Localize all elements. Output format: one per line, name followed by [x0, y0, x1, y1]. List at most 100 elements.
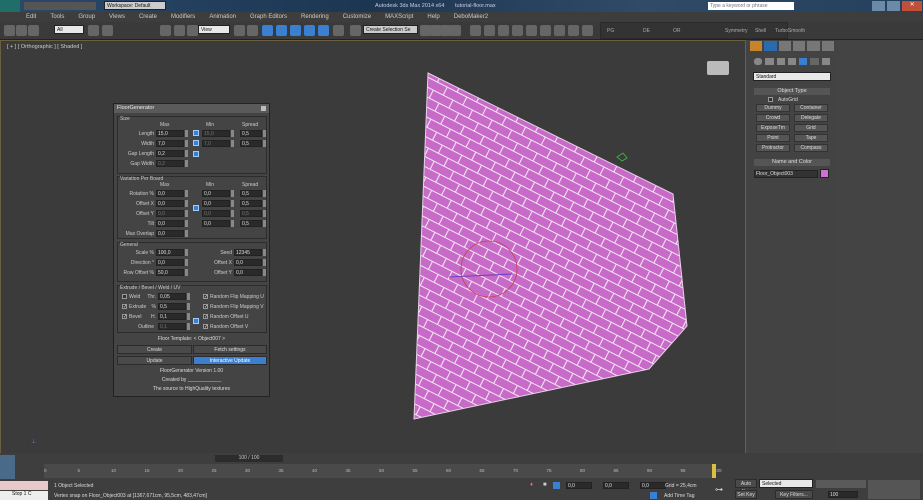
isolate-icon[interactable]: ♦ — [530, 482, 533, 488]
variation-max-input[interactable]: 0,0 — [156, 220, 184, 227]
size-max-input[interactable]: 0,2 — [156, 160, 184, 167]
object-button-grid[interactable]: Grid — [794, 124, 828, 132]
toolbar-tool-icon[interactable] — [88, 25, 99, 36]
offy-input-spinner[interactable] — [263, 269, 266, 276]
minimize-button[interactable] — [872, 1, 886, 11]
variation-max-input-spinner[interactable] — [185, 190, 188, 197]
set-key-button[interactable]: Set Key — [735, 490, 757, 499]
extrude-checkbox[interactable]: ✓ — [122, 304, 127, 310]
menu-modifiers[interactable]: Modifiers — [171, 14, 195, 20]
spacewarps-icon[interactable] — [810, 58, 819, 65]
reference-coord-select[interactable]: View — [198, 25, 230, 34]
scale-input-spinner[interactable] — [185, 249, 188, 256]
variation-spread-input-spinner[interactable] — [263, 220, 266, 227]
size-min-input-spinner[interactable] — [231, 140, 234, 147]
offx-input-spinner[interactable] — [263, 259, 266, 266]
variation-min-input-spinner[interactable] — [231, 190, 234, 197]
rollout-object-type[interactable]: Object Type — [754, 88, 830, 95]
seed-input[interactable]: 12345 — [234, 249, 262, 256]
menu-edit[interactable]: Edit — [26, 14, 36, 20]
object-button-tape[interactable]: Tape — [794, 134, 828, 142]
fetch-settings-button[interactable]: Fetch settings — [193, 345, 267, 354]
variation-max-input[interactable]: 0,0 — [156, 190, 184, 197]
weld-checkbox[interactable] — [122, 294, 127, 299]
toolbar-tool-icon[interactable] — [102, 25, 113, 36]
toolbar-tool-icon[interactable] — [187, 25, 198, 36]
weld-input[interactable]: 0,05 — [158, 293, 186, 300]
modify-tab[interactable] — [764, 41, 777, 51]
dialog-title[interactable]: FloorGenerator — [114, 104, 269, 113]
size-min-input-spinner[interactable] — [231, 130, 234, 137]
toolbar-tool-icon[interactable] — [484, 25, 495, 36]
object-button-point[interactable]: Point — [756, 134, 790, 142]
toolbar-tool-icon[interactable] — [318, 25, 329, 36]
extrude-input[interactable]: 0,5 — [158, 303, 186, 310]
x-coord-input[interactable]: 0,0 — [566, 482, 592, 489]
add-time-tag[interactable]: Add Time Tag — [664, 493, 694, 499]
flip_u-checkbox[interactable]: ✓ — [203, 294, 208, 300]
ribbon-pg[interactable]: PG — [607, 28, 614, 34]
maxscript-listener[interactable]: Stop 1 C — [0, 491, 48, 500]
variation-min-input[interactable]: 0,0 — [202, 200, 230, 207]
maxscript-listener-top[interactable] — [0, 481, 48, 490]
lock-toggle[interactable] — [193, 130, 199, 136]
bevel-input-spinner[interactable] — [187, 313, 190, 320]
variation-max-input[interactable]: 0,0 — [156, 210, 184, 217]
track-bar[interactable]: 0 5 10 15 20 25 30 35 40 45 50 55 60 65 70 75 80 85 90 95 10… — [44, 464, 722, 478]
toolbar-tool-icon[interactable] — [234, 25, 245, 36]
object-button-protractor[interactable]: Protractor — [756, 144, 790, 152]
toolbar-tool-icon[interactable] — [247, 25, 258, 36]
auto-key-button[interactable]: Auto Key — [735, 479, 757, 495]
lock-toggle[interactable] — [193, 140, 199, 146]
offy-input[interactable]: 0,0 — [234, 269, 262, 276]
systems-icon[interactable] — [821, 58, 830, 65]
menu-customize[interactable]: Customize — [343, 14, 371, 20]
object-button-delegate[interactable]: Delegate — [794, 114, 828, 122]
toolbar-tool-icon[interactable] — [262, 25, 273, 36]
workspace-select[interactable]: Workspace: Default — [104, 1, 166, 10]
toolbar-tool-icon[interactable] — [174, 25, 185, 36]
object-button-exposetm[interactable]: ExposeTm — [756, 124, 790, 132]
bevel-input[interactable]: 0,1 — [158, 313, 186, 320]
display-tab[interactable] — [807, 41, 820, 51]
created-by-link[interactable]: Created by ____________ — [114, 377, 269, 383]
size-max-input[interactable]: 0,2 — [156, 150, 184, 157]
toolbar-tool-icon[interactable] — [350, 25, 361, 36]
off_v-checkbox[interactable]: ✓ — [203, 324, 208, 330]
geometry-icon[interactable] — [754, 58, 763, 65]
menu-create[interactable]: Create — [139, 14, 157, 20]
seed-input-spinner[interactable] — [263, 249, 266, 256]
offx-input[interactable]: 0,0 — [234, 259, 262, 266]
toolbar-tool-icon[interactable] — [28, 25, 39, 36]
variation-max-input-spinner[interactable] — [185, 220, 188, 227]
toolbar-tool-icon[interactable] — [4, 25, 15, 36]
extrude-input-spinner[interactable] — [187, 303, 190, 310]
menu-help[interactable]: Help — [427, 14, 439, 20]
toolbar-tool-icon[interactable] — [554, 25, 565, 36]
object-color-swatch[interactable] — [820, 169, 829, 178]
current-frame-input[interactable]: 100 — [828, 491, 858, 498]
size-max-input-spinner[interactable] — [185, 160, 188, 167]
size-max-input-spinner[interactable] — [185, 130, 188, 137]
row_offset-input-spinner[interactable] — [185, 269, 188, 276]
update-button[interactable]: Update — [117, 356, 192, 365]
bevel-lock-toggle[interactable] — [193, 318, 199, 324]
toolbar-tool-icon[interactable] — [290, 25, 301, 36]
menu-rendering[interactable]: Rendering — [301, 14, 329, 20]
flip_v-checkbox[interactable]: ✓ — [203, 304, 208, 310]
size-min-input[interactable]: 7,0 — [202, 140, 230, 147]
key-filters-button[interactable]: Key Filters... — [775, 490, 813, 499]
rollout-name-color[interactable]: Name and Color — [754, 159, 830, 166]
time-cursor[interactable] — [712, 464, 716, 478]
viewport-orthographic[interactable]: [ + ] [ Orthographic ] [ Shaded ] ⊥ — [0, 40, 746, 455]
menu-tools[interactable]: Tools — [50, 14, 64, 20]
key-mode-select[interactable]: Selected — [759, 479, 813, 488]
variation-max-input-spinner[interactable] — [185, 210, 188, 217]
size-max-input-spinner[interactable] — [185, 140, 188, 147]
ribbon-shell[interactable]: Shell — [755, 28, 766, 34]
gap-lock-toggle[interactable] — [193, 151, 199, 157]
time-slider[interactable]: 100 / 100 — [215, 455, 283, 462]
quick-access-icons[interactable] — [24, 2, 96, 10]
search-input[interactable] — [708, 2, 794, 10]
scale-input[interactable]: 100,0 — [156, 249, 184, 256]
